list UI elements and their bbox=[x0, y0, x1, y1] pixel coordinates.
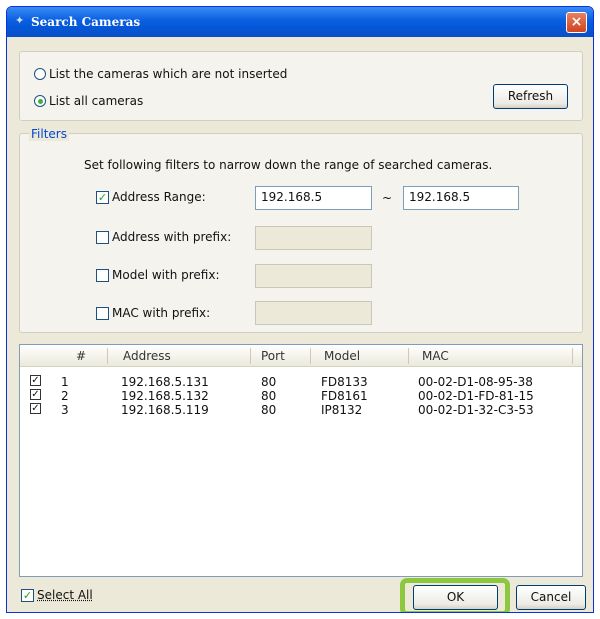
column-header-model[interactable]: Model bbox=[324, 349, 360, 363]
column-header-mac[interactable]: MAC bbox=[422, 349, 449, 363]
row-address: 192.168.5.119 bbox=[121, 403, 209, 417]
radio-all-cameras-dot[interactable] bbox=[34, 95, 46, 107]
mode-panel: List the cameras which are not inserted … bbox=[19, 51, 583, 121]
table-row[interactable]: ✓ 3 192.168.5.119 80 IP8132 00-02-D1-32-… bbox=[20, 403, 582, 417]
mac-prefix-checkbox[interactable]: MAC with prefix: bbox=[96, 306, 210, 320]
row-number: 2 bbox=[61, 389, 69, 403]
camera-icon: ✦ bbox=[15, 14, 25, 27]
address-range-from-input[interactable]: 192.168.5 bbox=[255, 186, 372, 210]
row-mac: 00-02-D1-32-C3-53 bbox=[418, 403, 534, 417]
model-prefix-check-box[interactable] bbox=[96, 268, 109, 282]
ok-button[interactable]: OK bbox=[413, 585, 498, 610]
radio-not-inserted-dot[interactable] bbox=[34, 68, 46, 80]
address-range-to-input[interactable]: 192.168.5 bbox=[403, 186, 519, 210]
camera-list-header: # Address Port Model MAC bbox=[20, 345, 582, 367]
mac-prefix-input bbox=[255, 301, 372, 325]
search-cameras-dialog: ✦ Search Cameras × List the cameras whic… bbox=[6, 6, 594, 613]
refresh-button[interactable]: Refresh bbox=[493, 84, 568, 109]
radio-not-inserted[interactable]: List the cameras which are not inserted bbox=[34, 67, 287, 81]
row-number: 1 bbox=[61, 375, 69, 389]
table-row[interactable]: ✓ 2 192.168.5.132 80 FD8161 00-02-D1-FD-… bbox=[20, 389, 582, 403]
column-separator[interactable] bbox=[408, 348, 409, 364]
address-prefix-check-box[interactable] bbox=[96, 230, 109, 244]
row-number: 3 bbox=[61, 403, 69, 417]
select-all-label: Select All bbox=[37, 588, 93, 602]
range-separator: ~ bbox=[382, 191, 393, 205]
row-port: 80 bbox=[261, 375, 277, 389]
address-prefix-input bbox=[255, 226, 372, 250]
address-range-check-box[interactable]: ✓ bbox=[96, 190, 109, 204]
row-port: 80 bbox=[261, 389, 277, 403]
radio-not-inserted-label: List the cameras which are not inserted bbox=[49, 67, 288, 81]
model-prefix-input bbox=[255, 264, 372, 288]
row-mac: 00-02-D1-08-95-38 bbox=[418, 375, 533, 389]
select-all-checkbox[interactable]: ✓ Select All bbox=[21, 588, 93, 602]
table-row[interactable]: ✓ 1 192.168.5.131 80 FD8133 00-02-D1-08-… bbox=[20, 375, 582, 389]
row-address: 192.168.5.131 bbox=[121, 375, 209, 389]
address-range-label: Address Range: bbox=[112, 190, 206, 204]
filters-group-title: Filters bbox=[29, 127, 69, 141]
camera-list[interactable]: # Address Port Model MAC ✓ 1 192.168.5.1… bbox=[19, 344, 583, 577]
row-checkbox[interactable]: ✓ bbox=[30, 403, 41, 414]
filters-description: Set following filters to narrow down the… bbox=[84, 158, 493, 172]
cancel-button[interactable]: Cancel bbox=[516, 585, 586, 610]
model-prefix-checkbox[interactable]: Model with prefix: bbox=[96, 268, 220, 282]
column-separator[interactable] bbox=[572, 348, 573, 364]
mac-prefix-label: MAC with prefix: bbox=[112, 306, 211, 320]
radio-all-cameras[interactable]: List all cameras bbox=[34, 94, 143, 108]
row-model: IP8132 bbox=[321, 403, 363, 417]
column-separator[interactable] bbox=[107, 348, 108, 364]
row-checkbox[interactable]: ✓ bbox=[30, 389, 41, 400]
row-address: 192.168.5.132 bbox=[121, 389, 209, 403]
mac-prefix-check-box[interactable] bbox=[96, 306, 109, 320]
model-prefix-label: Model with prefix: bbox=[112, 268, 220, 282]
column-separator[interactable] bbox=[310, 348, 311, 364]
row-checkbox[interactable]: ✓ bbox=[30, 375, 41, 386]
window-title: Search Cameras bbox=[31, 15, 141, 29]
filters-panel: Set following filters to narrow down the… bbox=[19, 133, 583, 333]
row-mac: 00-02-D1-FD-81-15 bbox=[418, 389, 534, 403]
row-model: FD8161 bbox=[321, 389, 368, 403]
radio-all-cameras-label: List all cameras bbox=[49, 94, 144, 108]
column-header-address[interactable]: Address bbox=[123, 349, 171, 363]
row-port: 80 bbox=[261, 403, 277, 417]
select-all-check-box[interactable]: ✓ bbox=[21, 588, 34, 602]
address-prefix-label: Address with prefix: bbox=[112, 230, 232, 244]
close-button[interactable]: × bbox=[566, 12, 587, 33]
address-prefix-checkbox[interactable]: Address with prefix: bbox=[96, 230, 231, 244]
column-header-port[interactable]: Port bbox=[261, 349, 285, 363]
column-separator[interactable] bbox=[250, 348, 251, 364]
address-range-checkbox[interactable]: ✓ Address Range: bbox=[96, 190, 206, 204]
row-model: FD8133 bbox=[321, 375, 368, 389]
title-bar[interactable]: ✦ Search Cameras × bbox=[7, 7, 593, 37]
column-header-number[interactable]: # bbox=[76, 349, 86, 363]
